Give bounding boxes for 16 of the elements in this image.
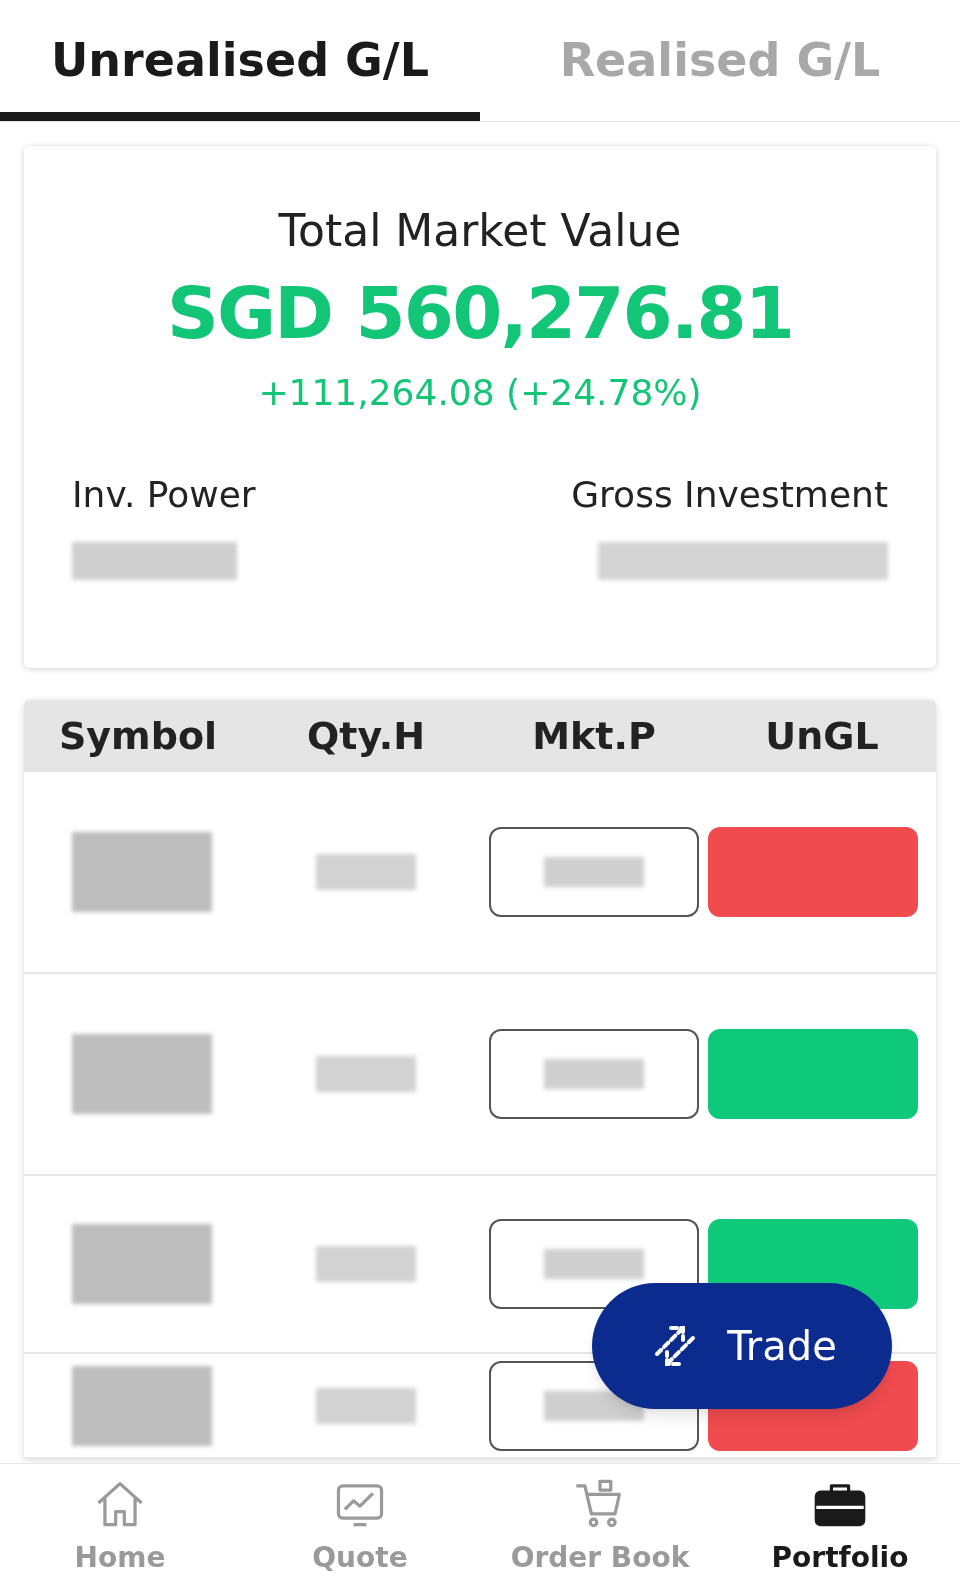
stat-label: Inv. Power (72, 473, 256, 517)
market-value: SGD 560,276.81 (166, 270, 794, 357)
card-title: Total Market Value (278, 204, 682, 258)
tab[interactable]: Unrealised G/L (0, 0, 480, 121)
tab[interactable]: Realised G/L (480, 0, 960, 121)
column-header: Mkt.P (531, 712, 657, 760)
nav-item[interactable]: Home (0, 1464, 240, 1591)
column-header: UnGL (764, 712, 880, 760)
trade-button[interactable]: Trade (592, 1283, 892, 1409)
change-value: +111,264.08 (+24.78%) (258, 371, 702, 415)
nav-item[interactable]: Order Book (480, 1464, 720, 1591)
nav-item[interactable]: Portfolio (720, 1464, 960, 1591)
stat-label: Gross Investment (571, 473, 888, 517)
column-header: Qty.H (306, 712, 426, 760)
nav-item[interactable]: Quote (240, 1464, 480, 1591)
column-header: Symbol (57, 712, 219, 760)
